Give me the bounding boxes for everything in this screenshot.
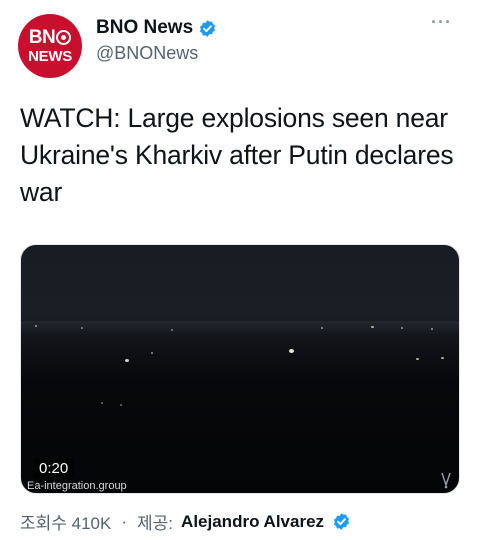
video-duration: 0:20 bbox=[33, 458, 75, 479]
avatar-logo-line2: NEWS bbox=[28, 47, 72, 65]
light-point bbox=[125, 359, 129, 362]
verified-badge-icon bbox=[198, 19, 217, 38]
light-point bbox=[101, 402, 103, 404]
tweet: BN NEWS BNO News @BNONews ··· WATCH: Lar… bbox=[0, 0, 480, 540]
verified-badge-icon bbox=[332, 512, 351, 531]
tweet-text: WATCH: Large explosions seen near Ukrain… bbox=[20, 103, 454, 207]
avatar[interactable]: BN NEWS bbox=[18, 14, 82, 78]
user-handle[interactable]: @BNONews bbox=[96, 43, 198, 64]
credit-label: 제공: bbox=[137, 514, 174, 533]
light-point bbox=[171, 329, 173, 331]
footer-separator: · bbox=[121, 511, 128, 531]
video-player[interactable]: 0:20 Ea-integration.group bbox=[20, 244, 460, 494]
light-point bbox=[321, 327, 323, 329]
light-point bbox=[35, 325, 37, 327]
video-corner-icon bbox=[439, 471, 453, 489]
video-watermark: Ea-integration.group bbox=[27, 480, 127, 492]
light-point bbox=[371, 326, 374, 328]
credit-name[interactable]: Alejandro Alvarez bbox=[181, 512, 324, 532]
view-count: 조회수 410K bbox=[20, 514, 112, 533]
light-point bbox=[120, 404, 122, 406]
name-row: BNO News bbox=[96, 17, 217, 39]
light-point bbox=[151, 352, 153, 354]
light-point bbox=[289, 349, 294, 353]
tweet-footer: 조회수 410K · 제공: Alejandro Alvarez bbox=[20, 509, 351, 534]
avatar-logo-line1: BN bbox=[29, 28, 72, 47]
light-point bbox=[81, 327, 83, 329]
light-point bbox=[401, 327, 403, 329]
light-point bbox=[416, 358, 419, 360]
video-horizon bbox=[21, 321, 459, 335]
light-point bbox=[431, 328, 433, 330]
more-options-icon[interactable]: ··· bbox=[431, 12, 452, 33]
light-point bbox=[441, 357, 444, 359]
display-name[interactable]: BNO News bbox=[96, 17, 193, 39]
